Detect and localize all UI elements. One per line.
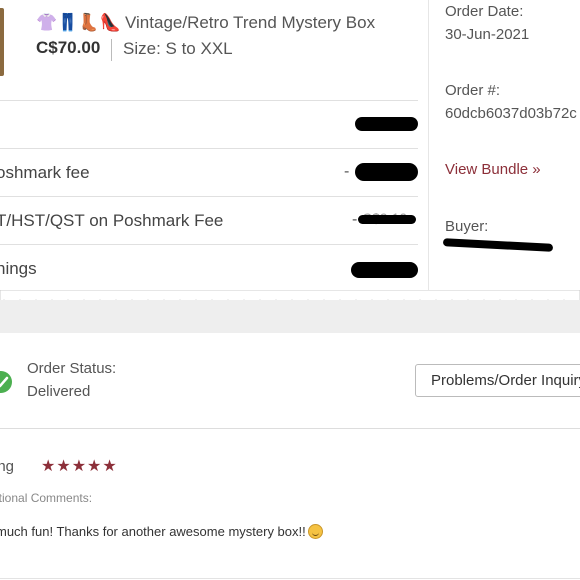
order-status-value: Delivered (27, 383, 91, 400)
order-number-label: Order #: (445, 82, 501, 99)
product-emoji-icons: 👚👖👢👠 (36, 13, 121, 33)
price-divider (111, 39, 112, 61)
fee-label: nings (0, 259, 37, 278)
order-status-label: Order Status: (27, 360, 117, 377)
order-number-value: 60dcb6037d03b72c (445, 105, 577, 122)
redacted-amount (351, 262, 418, 278)
comment-text: much fun! Thanks for another awesome mys… (0, 524, 306, 539)
redacted-buyer-name (442, 238, 554, 252)
order-summary-card: 👚👖👢👠 Vintage/Retro Trend Mystery Box C$7… (0, 0, 580, 300)
check-circle-icon (0, 371, 12, 393)
divider (0, 578, 580, 579)
minus-sign: - (352, 211, 358, 228)
smiley-face-icon (307, 524, 323, 539)
buyer-label: Buyer: (445, 218, 489, 235)
rating-stars-icon: ★★★★★ (41, 456, 118, 475)
fee-label: oshmark fee (0, 163, 90, 182)
rating-section: ing ★★★★★ itional Comments: much fun! Th… (0, 430, 580, 580)
fee-row-poshmark-fee: oshmark fee - (0, 148, 418, 196)
fee-row-tax-on-fee: T/HST/QST on Poshmark Fee - C$9.10 (0, 196, 418, 244)
product-thumbnail[interactable] (0, 8, 4, 76)
fee-label: T/HST/QST on Poshmark Fee (0, 211, 224, 230)
fee-row-earnings: nings (0, 244, 418, 292)
fee-row-order-price (0, 100, 418, 148)
redacted-amount (355, 163, 418, 181)
redacted-amount (358, 215, 416, 224)
view-bundle-link[interactable]: View Bundle » (445, 161, 541, 178)
redacted-amount (355, 117, 418, 131)
order-info-panel: Order Date: 30-Jun-2021 Order #: 60dcb60… (428, 0, 580, 296)
buyer-comment: much fun! Thanks for another awesome mys… (0, 524, 323, 539)
product-price: C$70.00 (36, 38, 101, 57)
order-status-section: Order Status: Delivered Problems/Order I… (0, 333, 580, 429)
additional-comments-label: itional Comments: (0, 491, 93, 505)
product-title[interactable]: Vintage/Retro Trend Mystery Box (125, 13, 375, 33)
product-size: Size: S to XXL (123, 39, 233, 58)
rating-label: ing (0, 458, 15, 475)
order-date-label: Order Date: (445, 3, 524, 20)
section-separator (0, 300, 580, 333)
minus-sign: - (344, 163, 350, 180)
problems-order-inquiry-button[interactable]: Problems/Order Inquiry (415, 364, 580, 397)
order-date-value: 30-Jun-2021 (445, 26, 530, 43)
